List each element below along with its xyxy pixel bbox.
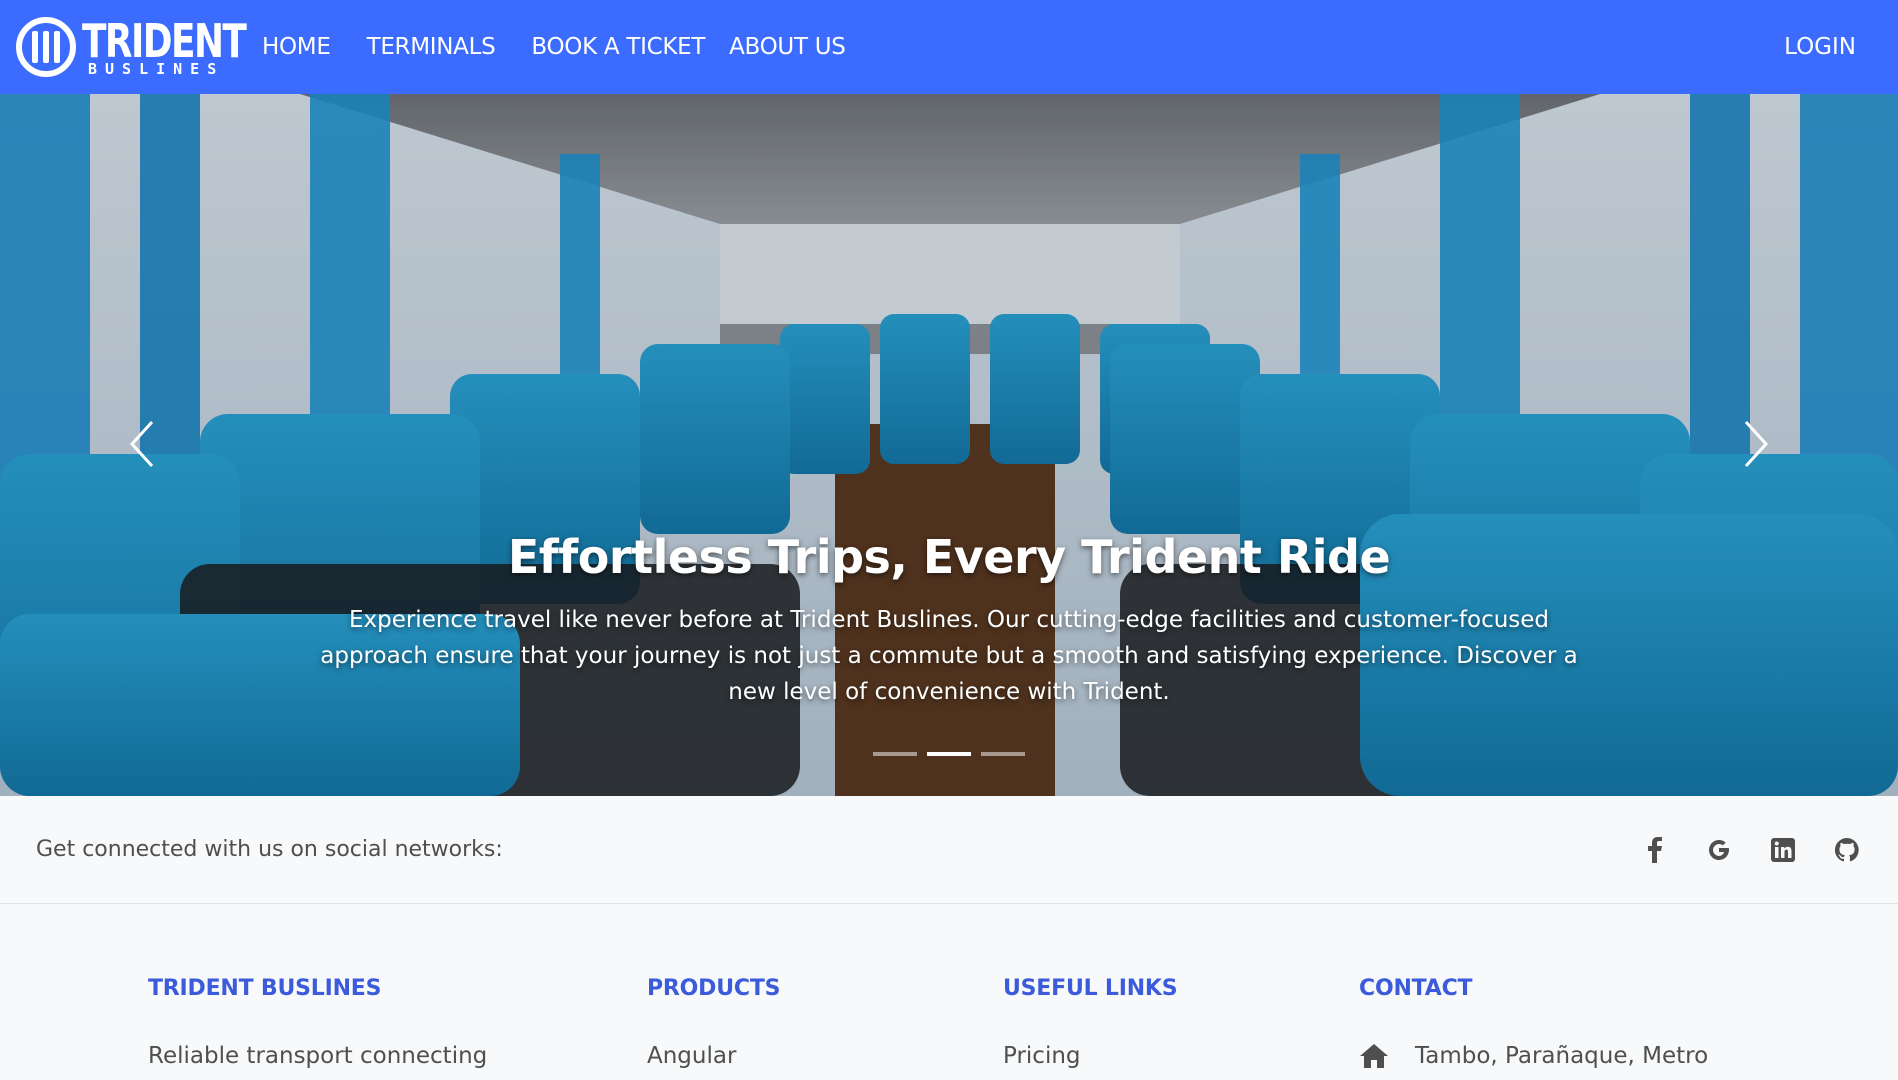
nav-links: HOME TERMINALS BOOK A TICKET ABOUT US	[262, 0, 882, 94]
footer-col-useful-links: USEFUL LINKS Pricing	[1003, 976, 1178, 1069]
brand-title: TRIDENT	[82, 13, 247, 68]
footer-heading-contact: CONTACT	[1359, 976, 1473, 1001]
social-section: Get connected with us on social networks…	[0, 796, 1898, 904]
hero-caption: Effortless Trips, Every Trident Ride Exp…	[0, 530, 1898, 710]
google-icon[interactable]	[1704, 835, 1734, 865]
footer-col-contact: CONTACT Tambo, Parañaque, Metro	[1359, 976, 1708, 1069]
social-icons	[1640, 796, 1862, 904]
footer-link-angular[interactable]: Angular	[647, 1043, 780, 1069]
social-text: Get connected with us on social networks…	[36, 837, 503, 862]
home-icon	[1360, 1044, 1388, 1068]
nav-about-us-link[interactable]: ABOUT US	[729, 34, 846, 60]
footer-heading-trident: TRIDENT BUSLINES	[148, 976, 382, 1001]
top-navbar: TRIDENT BUSLINES HOME TERMINALS BOOK A T…	[0, 0, 1898, 94]
nav-terminals-link[interactable]: TERMINALS	[367, 34, 496, 60]
brand-text: TRIDENT BUSLINES	[82, 18, 291, 77]
carousel-indicator[interactable]	[873, 752, 917, 756]
hero-text: Experience travel like never before at T…	[320, 607, 1578, 705]
linkedin-icon[interactable]	[1768, 835, 1798, 865]
carousel-indicator[interactable]	[981, 752, 1025, 756]
footer-col-products: PRODUCTS Angular	[647, 976, 780, 1069]
footer-col-trident: TRIDENT BUSLINES Reliable transport conn…	[148, 976, 487, 1069]
chevron-left-icon[interactable]	[122, 414, 162, 474]
brand-logo[interactable]: TRIDENT BUSLINES	[16, 14, 291, 80]
hero-title: Effortless Trips, Every Trident Ride	[507, 530, 1391, 584]
github-icon[interactable]	[1832, 835, 1862, 865]
footer-about-text: Reliable transport connecting	[148, 1043, 488, 1069]
nav-home-link[interactable]: HOME	[262, 34, 331, 60]
footer-link-pricing[interactable]: Pricing	[1003, 1043, 1177, 1069]
trident-logo-icon	[16, 17, 76, 77]
nav-book-ticket-link[interactable]: BOOK A TICKET	[531, 34, 705, 60]
hero-carousel: Effortless Trips, Every Trident Ride Exp…	[0, 94, 1898, 796]
carousel-indicator-active[interactable]	[927, 752, 971, 756]
facebook-icon[interactable]	[1640, 835, 1670, 865]
chevron-right-icon[interactable]	[1736, 414, 1776, 474]
footer-contact-address-text: Tambo, Parañaque, Metro	[1415, 1043, 1709, 1069]
footer-contact-address: Tambo, Parañaque, Metro	[1359, 1043, 1708, 1069]
footer-heading-useful-links: USEFUL LINKS	[1003, 976, 1178, 1001]
login-link[interactable]: LOGIN	[1784, 0, 1856, 94]
footer: TRIDENT BUSLINES Reliable transport conn…	[0, 904, 1898, 1080]
footer-heading-products: PRODUCTS	[647, 976, 781, 1001]
carousel-indicators	[0, 752, 1898, 756]
